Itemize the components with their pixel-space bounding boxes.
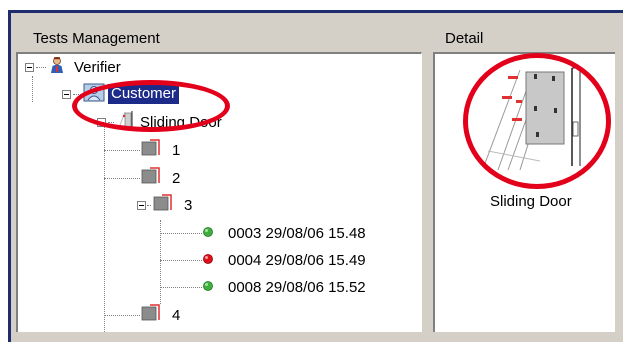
user-verifier-icon xyxy=(48,56,66,78)
tree-node-label: 4 xyxy=(172,306,181,324)
status-green-dot-icon xyxy=(202,225,214,242)
test-record-label: 0003 29/08/06 15.48 xyxy=(228,224,366,242)
tests-management-label: Tests Management xyxy=(33,30,160,47)
detail-label: Detail xyxy=(445,30,484,47)
annotation-circle-detail xyxy=(463,53,611,189)
component-icon xyxy=(140,167,160,189)
test-record-0004[interactable]: 0004 29/08/06 15.49 xyxy=(160,249,366,271)
collapse-toggle[interactable] xyxy=(25,62,34,72)
tree-node-label: 1 xyxy=(172,141,181,159)
tree-item-1[interactable]: 1 xyxy=(104,139,180,161)
window: Tests Management Detail Verifier Custome… xyxy=(0,0,623,342)
collapse-toggle[interactable] xyxy=(62,89,71,99)
collapse-toggle[interactable] xyxy=(137,200,146,210)
tree-item-4[interactable]: 4 xyxy=(104,304,180,326)
detail-caption: Sliding Door xyxy=(490,193,572,210)
tree-node-label: 3 xyxy=(184,196,193,214)
tree-node-label: Verifier xyxy=(74,58,121,76)
tree-guide-line xyxy=(32,76,33,102)
status-red-dot-icon xyxy=(202,252,214,269)
test-record-label: 0008 29/08/06 15.52 xyxy=(228,278,366,296)
component-icon xyxy=(140,304,160,326)
test-record-label: 0004 29/08/06 15.49 xyxy=(228,251,366,269)
annotation-circle-customer xyxy=(72,80,230,132)
tree-item-2[interactable]: 2 xyxy=(104,167,180,189)
component-icon xyxy=(152,194,172,216)
status-green-dot-icon xyxy=(202,279,214,296)
test-record-0003[interactable]: 0003 29/08/06 15.48 xyxy=(160,222,366,244)
tree-node-label: 2 xyxy=(172,169,181,187)
test-record-0008[interactable]: 0008 29/08/06 15.52 xyxy=(160,276,366,298)
component-icon xyxy=(140,139,160,161)
tree-item-3[interactable]: 3 xyxy=(137,194,192,216)
tree-node-verifier[interactable]: Verifier xyxy=(25,56,121,78)
